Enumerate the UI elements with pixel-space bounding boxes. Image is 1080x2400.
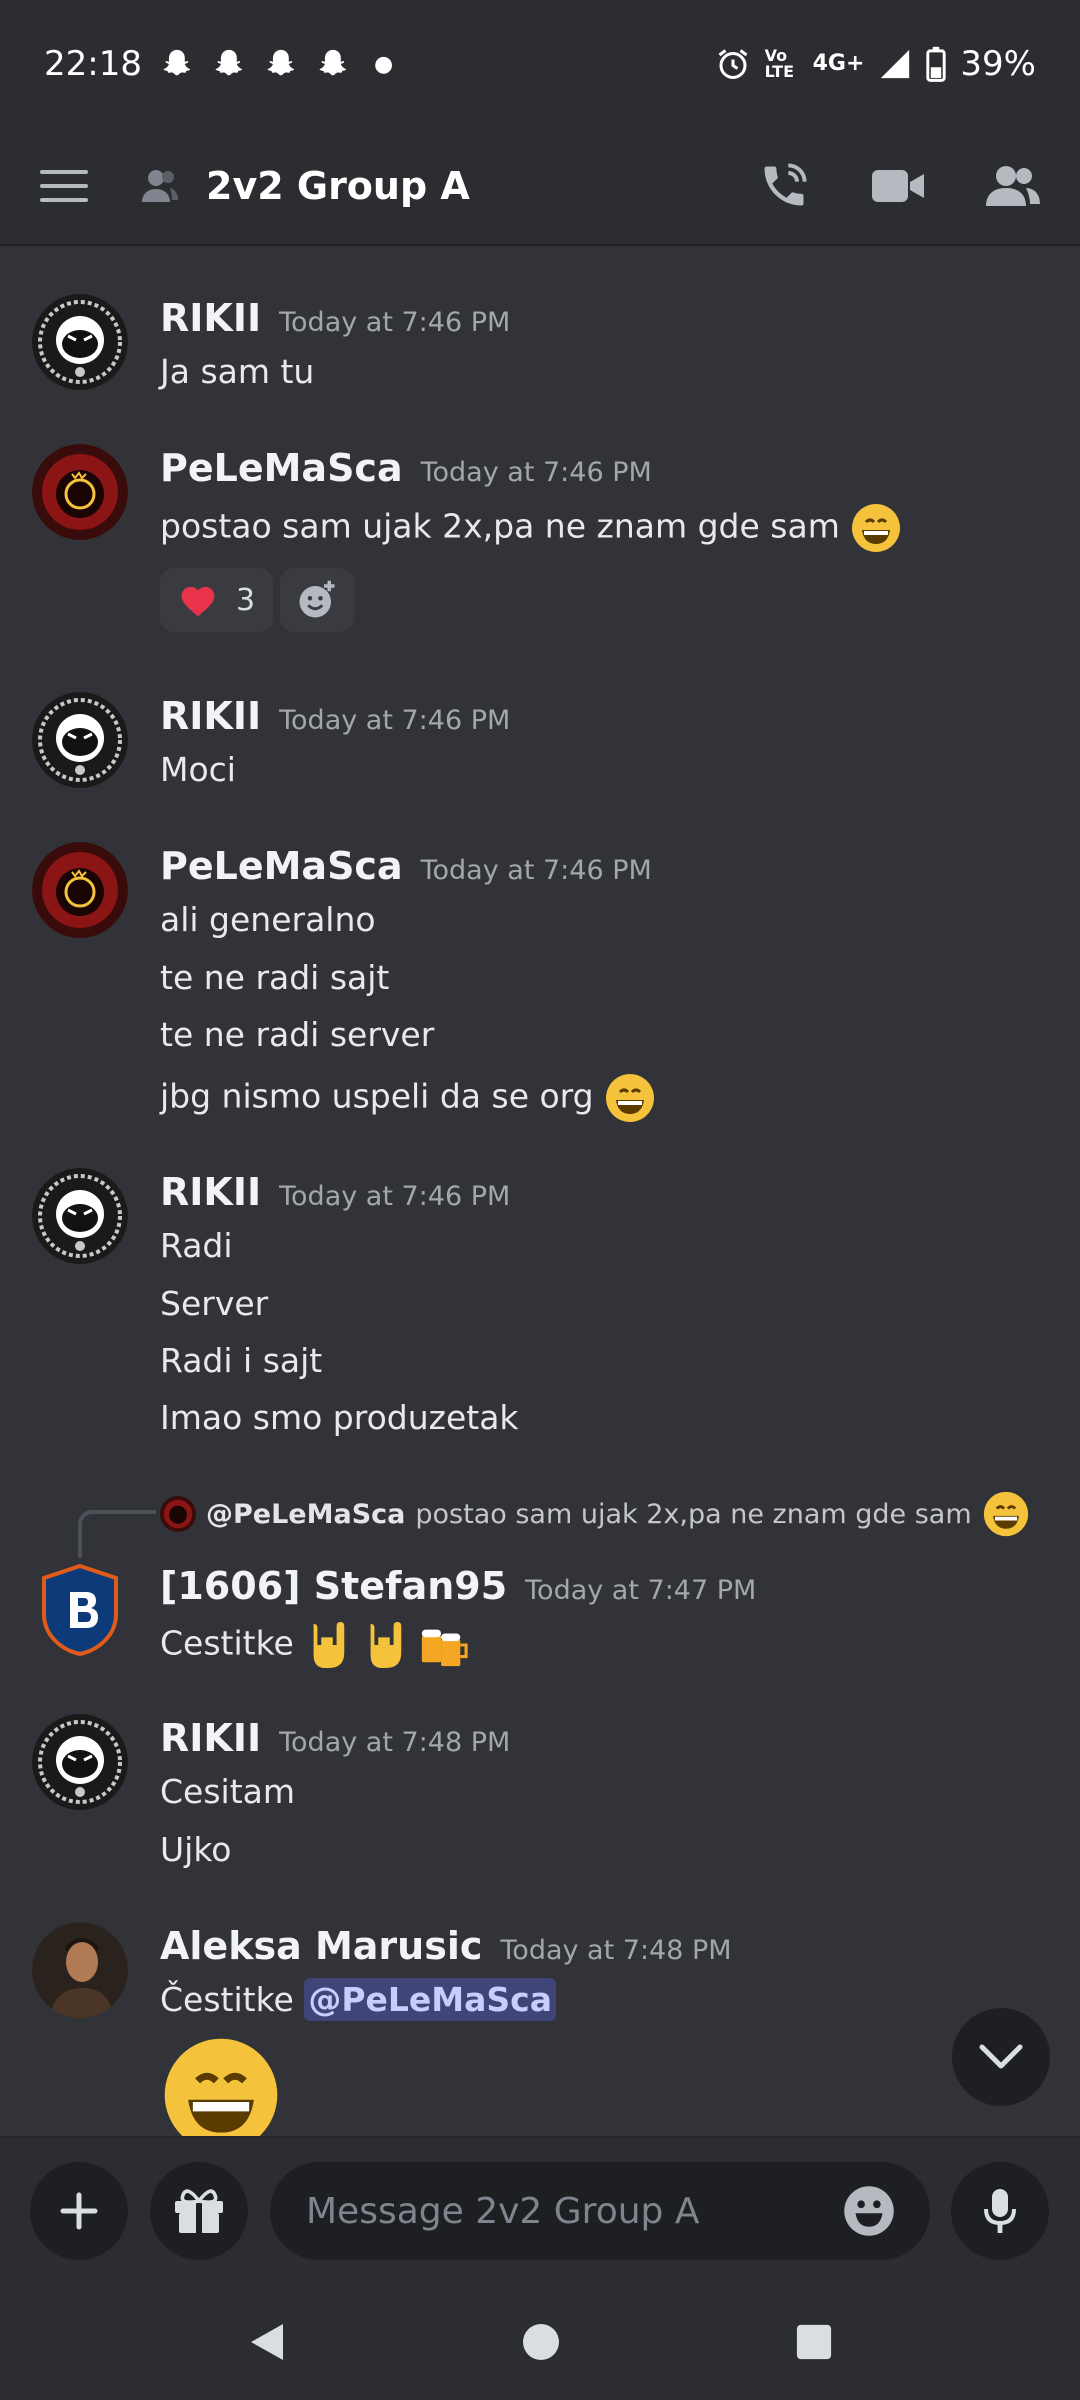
message-timestamp: Today at 7:46 PM: [279, 705, 511, 736]
rock-hand-emoji-icon: [313, 1622, 345, 1668]
message-text: te ne radi sajt: [160, 958, 390, 997]
message-timestamp: Today at 7:46 PM: [420, 457, 652, 488]
snapchat-icon: [267, 49, 295, 76]
message-timestamp: Today at 7:47 PM: [525, 1575, 757, 1606]
channel-title: 2v2 Group A: [206, 164, 470, 208]
reply-connector: [78, 1510, 156, 1558]
message-text: Radi i sajt: [160, 1341, 323, 1380]
members-icon[interactable]: [986, 164, 1040, 208]
volte-indicator: Vo LTE: [764, 46, 794, 81]
message-text: Ja sam tu: [160, 352, 315, 391]
battery-icon: [926, 46, 947, 82]
avatar[interactable]: [32, 1714, 128, 1810]
system-navigation-bar: [0, 2284, 1080, 2400]
user-mention[interactable]: @PeLeMaSca: [304, 1978, 557, 2021]
message-list[interactable]: RIKII Today at 7:46 PM Ja sam tu PeLeMaSc…: [0, 246, 1080, 2136]
message-author[interactable]: RIKII Today at 7:48 PM: [160, 1716, 510, 1760]
grinning-emoji-icon: [164, 2038, 278, 2136]
grinning-emoji-icon: [983, 1491, 1028, 1537]
message-text: te ne radi server: [160, 1015, 435, 1054]
signal-icon: [881, 49, 910, 79]
voice-call-icon[interactable]: [758, 160, 810, 212]
jump-to-bottom-button[interactable]: [952, 2008, 1050, 2106]
message-timestamp: Today at 7:48 PM: [279, 1727, 511, 1758]
back-icon[interactable]: [247, 2320, 287, 2364]
reply-preview[interactable]: @PeLeMaSca postao sam ujak 2x,pa ne znam…: [160, 1490, 1030, 1538]
message-timestamp: Today at 7:48 PM: [500, 1935, 732, 1966]
channel-header: 2v2 Group A: [0, 128, 1080, 246]
message-text: postao sam ujak 2x,pa ne znam gde sam: [160, 502, 902, 554]
message-text: Cesitam: [160, 1772, 296, 1811]
message-text: Ujko: [160, 1830, 232, 1869]
message-author[interactable]: PeLeMaSca Today at 7:46 PM: [160, 844, 652, 888]
message-text: Moci: [160, 750, 236, 789]
group-dm-icon: [140, 168, 180, 204]
avatar[interactable]: [32, 1168, 128, 1264]
message-composer: [0, 2136, 1080, 2284]
message-author[interactable]: RIKII Today at 7:46 PM: [160, 1170, 510, 1214]
message-text: Imao smo produzetak: [160, 1398, 519, 1437]
message-author[interactable]: [1606] Stefan95 Today at 7:47 PM: [160, 1564, 756, 1608]
message-author[interactable]: Aleksa Marusic Today at 7:48 PM: [160, 1924, 732, 1968]
plus-icon: [60, 2192, 98, 2230]
snapchat-icon: [215, 49, 243, 76]
message-input-container[interactable]: [270, 2162, 930, 2260]
grinning-emoji-icon: [852, 504, 901, 552]
message-input[interactable]: [304, 2189, 842, 2233]
notification-dot-icon: ●: [373, 51, 394, 77]
message-author[interactable]: RIKII Today at 7:46 PM: [160, 694, 510, 738]
message-text: jbg nismo uspeli da se org: [160, 1072, 656, 1124]
heart-icon: [181, 586, 215, 617]
avatar[interactable]: [32, 444, 128, 540]
message-timestamp: Today at 7:46 PM: [279, 1181, 511, 1212]
message-text: Cestitke: [160, 1620, 469, 1670]
snapchat-icon: [319, 49, 347, 76]
gift-button[interactable]: [150, 2162, 248, 2260]
snapchat-icon: [163, 49, 191, 76]
reply-text: postao sam ujak 2x,pa ne znam gde sam: [415, 1498, 972, 1530]
emoji-picker-icon[interactable]: [842, 2184, 896, 2238]
message-text: Čestitke @PeLeMaSca: [160, 1978, 557, 2021]
avatar[interactable]: [32, 294, 128, 390]
avatar[interactable]: [32, 1922, 128, 2018]
reaction-heart[interactable]: 3: [160, 568, 274, 632]
add-reaction-icon: [299, 580, 335, 618]
recents-icon[interactable]: [795, 2323, 833, 2361]
add-reaction-button[interactable]: [280, 568, 354, 632]
beer-mugs-emoji-icon: [422, 1629, 468, 1667]
status-bar: 22:18 ● Vo LTE 4G+ 39%: [0, 0, 1080, 128]
avatar[interactable]: [32, 1562, 128, 1658]
avatar[interactable]: [32, 842, 128, 938]
battery-percent: 39%: [960, 44, 1036, 84]
voice-message-button[interactable]: [951, 2162, 1049, 2260]
status-time: 22:18: [44, 44, 142, 84]
menu-icon[interactable]: [40, 168, 88, 204]
grinning-emoji-icon: [606, 1074, 655, 1122]
message-text: ali generalno: [160, 900, 376, 939]
reaction-count: 3: [236, 582, 256, 618]
avatar[interactable]: [32, 692, 128, 788]
chevron-down-icon: [979, 2044, 1023, 2069]
home-icon[interactable]: [521, 2322, 561, 2362]
message-timestamp: Today at 7:46 PM: [420, 855, 652, 886]
attach-button[interactable]: [30, 2162, 128, 2260]
reply-author: @PeLeMaSca: [206, 1498, 406, 1530]
reply-avatar: [160, 1496, 196, 1532]
gift-icon: [175, 2189, 223, 2233]
message-author[interactable]: PeLeMaSca Today at 7:46 PM: [160, 446, 652, 490]
message-author[interactable]: RIKII Today at 7:46 PM: [160, 296, 510, 340]
large-emoji: [160, 2034, 282, 2136]
rock-hand-emoji-icon: [370, 1622, 402, 1668]
message-text: Server: [160, 1284, 269, 1323]
message-timestamp: Today at 7:46 PM: [279, 307, 511, 338]
microphone-icon: [984, 2189, 1016, 2233]
message-text: Radi: [160, 1226, 233, 1265]
network-type: 4G+: [812, 51, 865, 76]
alarm-icon: [718, 49, 748, 79]
video-call-icon[interactable]: [872, 166, 924, 206]
